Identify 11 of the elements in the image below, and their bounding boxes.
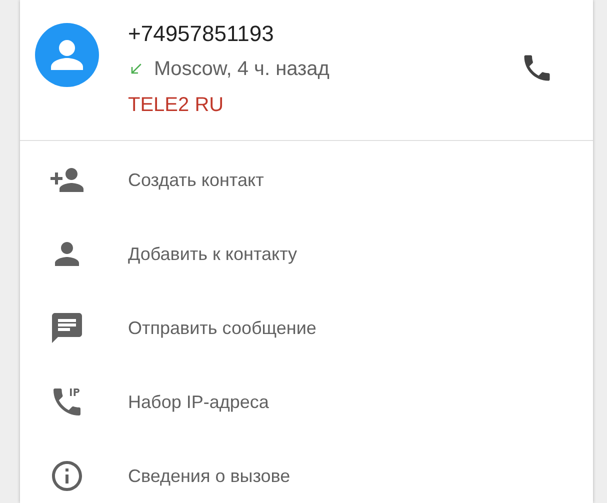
avatar-icon — [35, 23, 99, 87]
menu-item[interactable]: Сведения о вызове — [20, 439, 593, 503]
carrier-name: TELE2 RU — [128, 93, 224, 118]
menu-item[interactable]: Набор IP-адреса — [20, 365, 593, 439]
phone-number: +74957851193 — [128, 20, 274, 48]
menu-item[interactable]: Добавить к контакту — [20, 217, 593, 291]
menu-item[interactable]: Создать контакт — [20, 143, 593, 217]
call-details: Moscow, 4 ч. назад — [154, 57, 330, 82]
message-icon — [49, 310, 85, 346]
menu-item[interactable]: Отправить сообщение — [20, 291, 593, 365]
info-icon — [49, 458, 85, 494]
